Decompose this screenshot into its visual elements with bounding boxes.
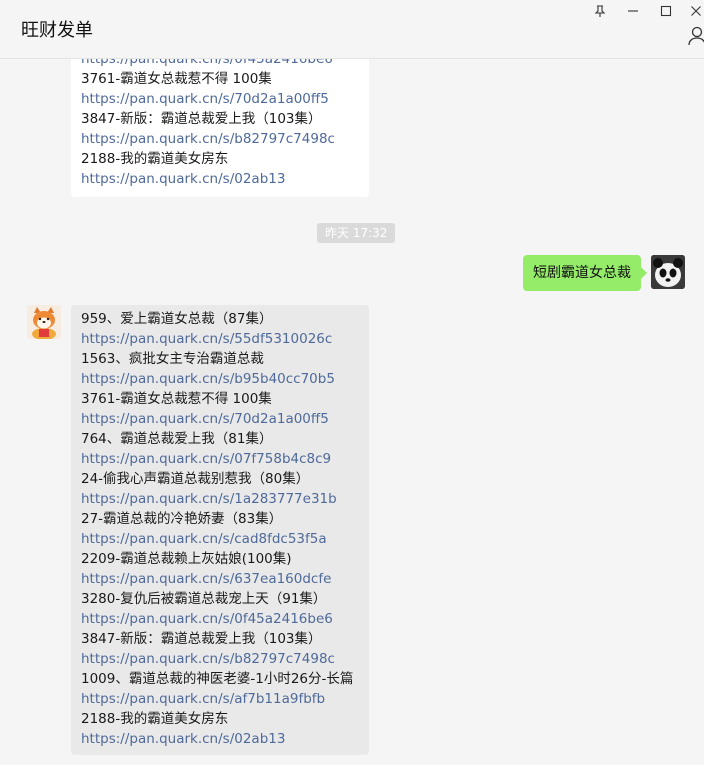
message-text: 959、爱上霸道女总裁（87集） bbox=[81, 311, 273, 327]
message-link[interactable]: https://pan.quark.cn/s/b82797c7498c bbox=[71, 129, 369, 149]
close-button[interactable] bbox=[686, 2, 704, 20]
maximize-icon bbox=[660, 5, 672, 17]
message-link[interactable]: https://pan.quark.cn/s/55df5310026c bbox=[71, 329, 369, 349]
message-link[interactable]: https://pan.quark.cn/s/637ea160dcfe bbox=[71, 569, 369, 589]
message-link[interactable]: https://pan.quark.cn/s/07f758b4c8c9 bbox=[71, 449, 369, 469]
minimize-icon bbox=[628, 10, 638, 12]
message-bubble-self[interactable]: 短剧霸道女总裁 bbox=[523, 255, 647, 291]
pin-button[interactable] bbox=[590, 2, 610, 20]
message-text: 27-霸道总裁的冷艳娇妻（83集） bbox=[81, 511, 283, 527]
message-link[interactable]: https://pan.quark.cn/s/02ab13 bbox=[71, 729, 369, 749]
chat-area[interactable]: https://pan.quark.cn/s/0f45a2416be6 3761… bbox=[0, 59, 704, 765]
message-text: 2188-我的霸道美女房东 bbox=[81, 151, 229, 167]
message-text: 1563、疯批女主专治霸道总裁 bbox=[81, 351, 264, 367]
message-link[interactable]: https://pan.quark.cn/s/cad8fdc53f5a bbox=[71, 529, 369, 549]
message-link[interactable]: https://pan.quark.cn/s/70d2a1a00ff5 bbox=[71, 89, 369, 109]
message-text: 2209-霸道总裁赖上灰姑娘(100集) bbox=[81, 551, 292, 567]
message-link[interactable]: https://pan.quark.cn/s/b82797c7498c bbox=[71, 649, 369, 669]
maximize-button[interactable] bbox=[656, 2, 676, 20]
message-bubble-previous[interactable]: https://pan.quark.cn/s/0f45a2416be6 3761… bbox=[71, 59, 369, 197]
message-text: 764、霸道总裁爱上我（81集） bbox=[81, 431, 273, 447]
minimize-button[interactable] bbox=[623, 2, 643, 20]
close-icon bbox=[691, 6, 701, 16]
message-text: 3847-新版：霸道总裁爱上我（103集） bbox=[81, 111, 322, 127]
message-text: 24-偷我心声霸道总裁别惹我（80集） bbox=[81, 471, 310, 487]
message-link[interactable]: https://pan.quark.cn/s/02ab13 bbox=[71, 169, 369, 189]
message-text: 1009、霸道总裁的神医老婆-1小时26分-长篇 bbox=[81, 671, 354, 687]
sender-avatar[interactable] bbox=[27, 305, 61, 339]
panda-avatar-icon bbox=[651, 255, 685, 289]
message-link[interactable]: https://pan.quark.cn/s/b95b40cc70b5 bbox=[71, 369, 369, 389]
pin-icon bbox=[594, 5, 606, 17]
message-link[interactable]: https://pan.quark.cn/s/af7b11a9fbfb bbox=[71, 689, 369, 709]
message-text: 3761-霸道女总裁惹不得 100集 bbox=[81, 391, 272, 407]
message-link[interactable]: https://pan.quark.cn/s/1a283777e31b bbox=[71, 489, 369, 509]
timestamp-badge: 昨天 17:32 bbox=[317, 223, 396, 243]
message-text: 2188-我的霸道美女房东 bbox=[81, 711, 229, 727]
message-link[interactable]: https://pan.quark.cn/s/0f45a2416be6 bbox=[71, 609, 369, 629]
message-text: 3847-新版：霸道总裁爱上我（103集） bbox=[81, 631, 322, 647]
self-avatar[interactable] bbox=[651, 255, 685, 289]
chat-title: 旺财发单 bbox=[21, 20, 93, 41]
shiba-dog-avatar-icon bbox=[27, 305, 61, 339]
message-text: 3280-复仇后被霸道总裁宠上天（91集） bbox=[81, 591, 327, 607]
message-link[interactable]: https://pan.quark.cn/s/0f45a2416be6 bbox=[71, 59, 369, 69]
message-text: 3761-霸道女总裁惹不得 100集 bbox=[81, 71, 272, 87]
person-icon[interactable] bbox=[688, 26, 704, 46]
title-bar: 旺财发单 bbox=[0, 0, 704, 59]
message-link[interactable]: https://pan.quark.cn/s/70d2a1a00ff5 bbox=[71, 409, 369, 429]
message-bubble-reply[interactable]: 959、爱上霸道女总裁（87集） https://pan.quark.cn/s/… bbox=[71, 305, 369, 755]
